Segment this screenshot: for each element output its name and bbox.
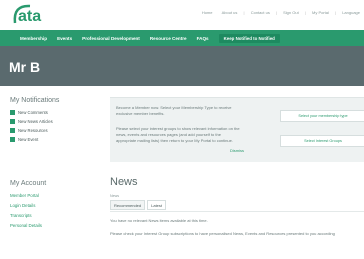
news-subheading: News — [110, 194, 119, 198]
tab-recommended[interactable]: Recommended — [110, 200, 146, 210]
notification-label: New News Articles — [18, 119, 53, 124]
page-title: Mr B — [9, 59, 41, 75]
tab-latest[interactable]: Latest — [147, 200, 167, 210]
toplink-about[interactable]: About us — [222, 10, 238, 15]
interest-notice: Please select your interest groups to sh… — [116, 126, 240, 143]
divider — [110, 211, 364, 212]
notice-panel: Become a Member now. Select your Members… — [110, 97, 364, 162]
notification-item[interactable]: New Event — [10, 137, 100, 142]
notification-item[interactable]: New News Articles — [10, 119, 100, 124]
notifications-heading: My Notifications — [10, 97, 60, 104]
notify-button[interactable]: Keep Notified to Notified — [218, 33, 280, 43]
notification-label: New Resources — [18, 128, 48, 133]
top-links: Home About us | Contact us | Sign Out | … — [198, 10, 364, 15]
notifications-panel: My Notifications New Comments New News A… — [10, 97, 100, 146]
nav-membership[interactable]: Membership — [20, 36, 47, 41]
checkbox-icon[interactable] — [10, 110, 15, 115]
separator: | — [304, 10, 306, 15]
logo-text: ata — [18, 8, 41, 25]
account-link-login-details[interactable]: Login Details — [10, 203, 100, 208]
membership-notice: Become a Member now. Select your Members… — [116, 105, 232, 116]
notification-label: New Comments — [18, 110, 48, 115]
nav-resource-centre[interactable]: Resource Centre — [150, 36, 187, 41]
news-tabs: Recommended Latest — [110, 200, 168, 210]
checkbox-icon[interactable] — [10, 119, 15, 124]
toplink-language[interactable]: Language — [342, 10, 360, 15]
nav-events[interactable]: Events — [57, 36, 72, 41]
select-interest-groups-button[interactable]: Select Interest Groups — [280, 135, 364, 147]
account-heading: My Account — [10, 180, 47, 187]
account-link-transcripts[interactable]: Transcripts — [10, 213, 100, 218]
logo[interactable]: ata — [12, 2, 62, 26]
nav-faqs[interactable]: FAQs — [197, 36, 209, 41]
header: ata Home About us | Contact us | Sign Ou… — [0, 0, 364, 28]
notification-item[interactable]: New Comments — [10, 110, 100, 115]
toplink-portal[interactable]: My Portal — [312, 10, 329, 15]
dismiss-link[interactable]: Dismiss — [230, 148, 244, 153]
checkbox-icon[interactable] — [10, 128, 15, 133]
account-link-personal-details[interactable]: Personal Details — [10, 223, 100, 228]
news-subscription-hint: Please check your Interest Group subscri… — [110, 231, 335, 236]
notification-item[interactable]: New Resources — [10, 128, 100, 133]
select-membership-button[interactable]: Select your membership type — [280, 110, 364, 122]
toplink-home[interactable]: Home — [202, 10, 213, 15]
separator: | — [335, 10, 337, 15]
page: ata Home About us | Contact us | Sign Ou… — [0, 0, 364, 259]
main-nav: Membership Events Professional Developme… — [0, 30, 364, 46]
toplink-signout[interactable]: Sign Out — [283, 10, 299, 15]
separator: | — [243, 10, 245, 15]
separator: | — [275, 10, 277, 15]
notification-label: New Event — [18, 137, 39, 142]
news-empty-message: You have no relevant News items availabl… — [110, 218, 208, 223]
ata-logo-icon: ata — [13, 4, 41, 25]
title-band: Mr B — [0, 46, 364, 86]
toplink-contact[interactable]: Contact us — [251, 10, 270, 15]
news-heading: News — [110, 176, 138, 188]
account-panel: My Account Member Portal Login Details T… — [10, 180, 100, 233]
account-link-member-portal[interactable]: Member Portal — [10, 193, 100, 198]
nav-professional-development[interactable]: Professional Development — [82, 36, 140, 41]
checkbox-icon[interactable] — [10, 137, 15, 142]
